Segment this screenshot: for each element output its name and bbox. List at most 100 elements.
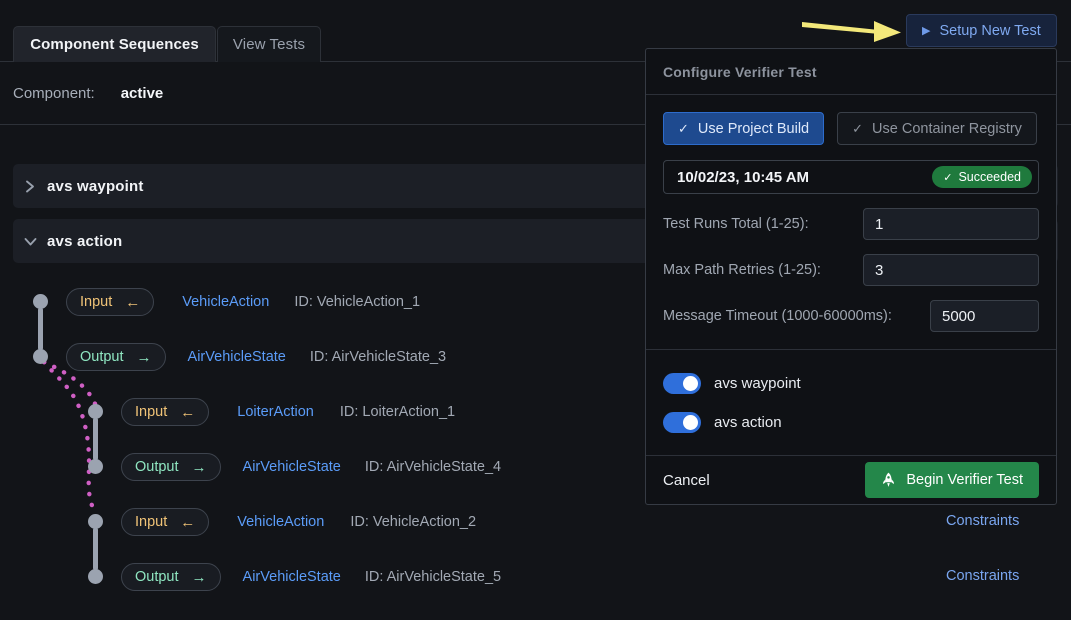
group-title: avs action (47, 232, 123, 250)
message-type[interactable]: AirVehicleState (243, 569, 341, 585)
selected-build-row[interactable]: 10/02/23, 10:45 AM ✓ Succeeded (663, 160, 1039, 194)
test-runs-total-input[interactable] (863, 208, 1039, 240)
field-row-max-path-retries: Max Path Retries (1-25): (663, 254, 1039, 286)
arrow-right-icon: → (191, 568, 207, 586)
message-id: ID: LoiterAction_1 (339, 404, 456, 420)
configure-verifier-test-dialog: Configure Verifier Test ✓ Use Project Bu… (645, 48, 1057, 505)
field-row-test-runs-total: Test Runs Total (1-25): (663, 208, 1039, 240)
chevron-down-icon[interactable] (13, 236, 47, 247)
message-type[interactable]: LoiterAction (237, 404, 314, 420)
arrow-left-icon: ← (180, 403, 196, 421)
direction-pill-input[interactable]: Input ← (121, 508, 210, 536)
use-project-build-label: Use Project Build (697, 120, 810, 137)
build-date: 10/02/23, 10:45 AM (677, 168, 810, 186)
toggle-label: avs waypoint (714, 374, 801, 392)
sequence-connector (38, 308, 43, 350)
field-label: Max Path Retries (1-25): (663, 262, 821, 278)
sequence-node-dot (88, 459, 103, 474)
tab-component-sequences[interactable]: Component Sequences (13, 26, 216, 62)
field-label: Message Timeout (1000-60000ms): (663, 308, 892, 324)
setup-new-test-button[interactable]: ▶ Setup New Test (906, 14, 1057, 47)
dialog-title: Configure Verifier Test (663, 63, 817, 80)
tab-view-tests[interactable]: View Tests (217, 26, 321, 62)
status-badge: ✓ Succeeded (932, 166, 1032, 188)
sequence-node-dot (33, 294, 48, 309)
arrow-left-icon: ← (180, 513, 196, 531)
sequence-node-dot (88, 404, 103, 419)
constraints-link[interactable]: Constraints (946, 513, 1019, 529)
dialog-sequence-toggles: avs waypoint avs action (646, 349, 1056, 456)
message-type[interactable]: AirVehicleState (243, 459, 341, 475)
cancel-button[interactable]: Cancel (663, 472, 710, 489)
chevron-right-icon[interactable] (13, 180, 47, 193)
direction-label: Input (135, 404, 168, 420)
message-id: ID: AirVehicleState_5 (364, 569, 502, 585)
max-path-retries-input[interactable] (863, 254, 1039, 286)
message-id: ID: AirVehicleState_4 (364, 459, 502, 475)
tab-label: Component Sequences (30, 36, 199, 53)
sequence-row[interactable]: Output → AirVehicleState ID: AirVehicleS… (121, 562, 501, 592)
message-type[interactable]: VehicleAction (237, 514, 324, 530)
direction-pill-output[interactable]: Output → (121, 563, 221, 591)
tab-label: View Tests (232, 36, 306, 53)
sequence-row[interactable]: Input ← LoiterAction ID: LoiterAction_1 (121, 397, 455, 427)
direction-label: Input (135, 514, 168, 530)
component-value: active (120, 84, 164, 102)
constraints-link[interactable]: Constraints (946, 568, 1019, 584)
direction-label: Input (80, 294, 113, 310)
message-timeout-input[interactable] (930, 300, 1039, 332)
direction-label: Output (135, 459, 179, 475)
direction-label: Output (80, 349, 124, 365)
direction-pill-input[interactable]: Input ← (66, 288, 155, 316)
sequence-connector (93, 528, 98, 570)
toggle-row-avs-waypoint: avs waypoint (663, 368, 1039, 398)
rocket-icon (883, 472, 895, 487)
use-project-build-button[interactable]: ✓ Use Project Build (663, 112, 825, 145)
field-row-message-timeout: Message Timeout (1000-60000ms): (663, 300, 1039, 332)
sequence-row[interactable]: Output → AirVehicleState ID: AirVehicleS… (66, 342, 446, 372)
message-id: ID: AirVehicleState_3 (309, 349, 447, 365)
toggle-avs-action[interactable] (663, 411, 701, 433)
message-type[interactable]: VehicleAction (182, 294, 269, 310)
begin-verifier-test-button[interactable]: Begin Verifier Test (865, 462, 1039, 498)
sequence-row[interactable]: Input ← VehicleAction ID: VehicleAction_… (121, 507, 476, 537)
begin-verifier-test-label: Begin Verifier Test (906, 472, 1023, 488)
toggle-row-avs-action: avs action (663, 407, 1039, 437)
sequence-row[interactable]: Input ← VehicleAction ID: VehicleAction_… (66, 287, 420, 317)
arrow-left-icon: ← (125, 293, 141, 311)
message-type[interactable]: AirVehicleState (188, 349, 286, 365)
app-root: Component Sequences View Tests Component… (0, 0, 1071, 620)
direction-pill-input[interactable]: Input ← (121, 398, 210, 426)
direction-pill-output[interactable]: Output → (121, 453, 221, 481)
component-label: Component: (13, 84, 95, 102)
check-icon: ✓ (852, 120, 864, 136)
dialog-header: Configure Verifier Test (646, 49, 1056, 95)
field-label: Test Runs Total (1-25): (663, 216, 809, 232)
dialog-body: ✓ Use Project Build ✓ Use Container Regi… (646, 95, 1056, 349)
sequence-row[interactable]: Output → AirVehicleState ID: AirVehicleS… (121, 452, 501, 482)
use-container-registry-label: Use Container Registry (872, 120, 1022, 137)
direction-label: Output (135, 569, 179, 585)
yellow-arrow-pointer-icon (802, 21, 901, 42)
sequence-node-dot (88, 569, 103, 584)
status-badge-label: Succeeded (958, 170, 1021, 184)
check-icon: ✓ (943, 171, 953, 184)
dialog-footer: Cancel Begin Verifier Test (646, 456, 1056, 504)
toggle-label: avs action (714, 413, 782, 431)
build-source-selector: ✓ Use Project Build ✓ Use Container Regi… (663, 112, 1039, 145)
toggle-knob (683, 414, 698, 430)
arrow-right-icon: → (191, 458, 207, 476)
group-title: avs waypoint (47, 177, 144, 195)
toggle-knob (683, 375, 698, 391)
sequence-node-dot (88, 514, 103, 529)
message-id: ID: VehicleAction_2 (350, 514, 477, 530)
message-id: ID: VehicleAction_1 (294, 294, 421, 310)
toggle-avs-waypoint[interactable] (663, 372, 701, 394)
check-icon: ✓ (678, 120, 689, 136)
sequence-node-dot (33, 349, 48, 364)
direction-pill-output[interactable]: Output → (66, 343, 166, 371)
use-container-registry-button[interactable]: ✓ Use Container Registry (837, 112, 1037, 145)
play-triangle-icon: ▶ (922, 25, 931, 37)
sequence-connector (93, 418, 98, 460)
setup-new-test-label: Setup New Test (939, 22, 1041, 39)
